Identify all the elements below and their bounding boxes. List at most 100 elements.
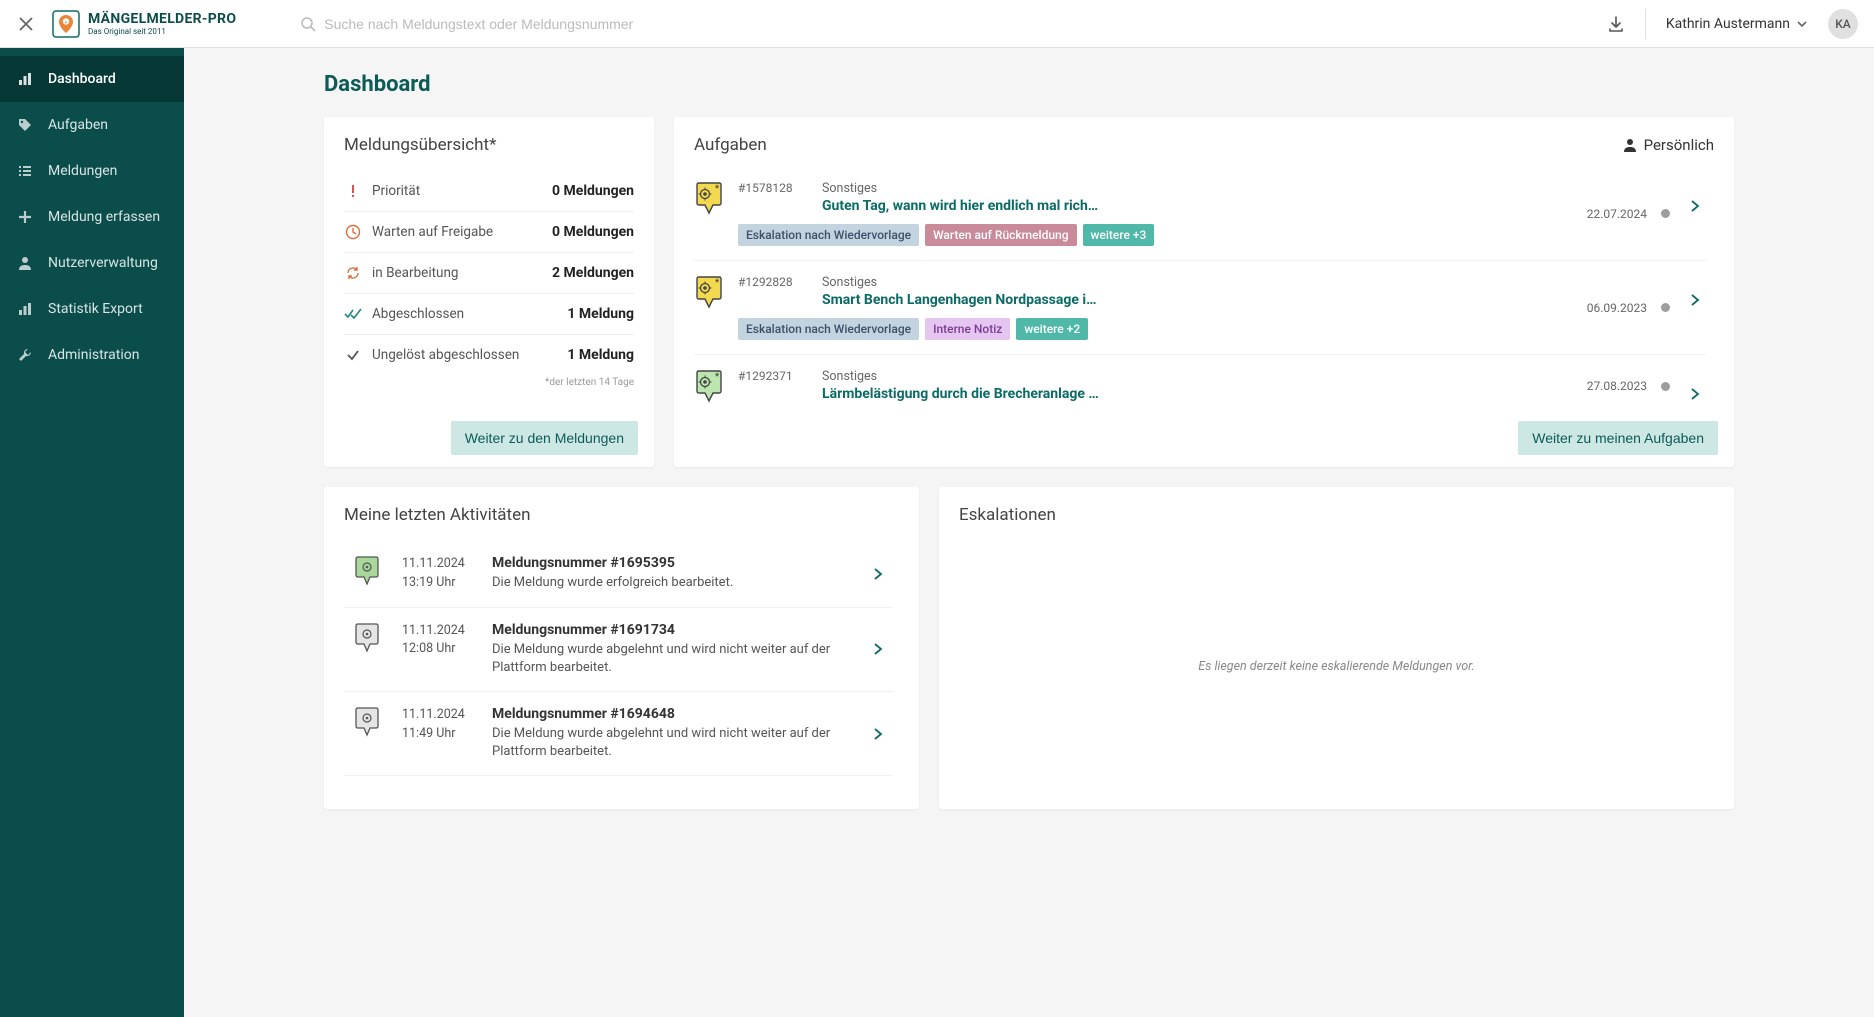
stat-value: 1 Meldung [567,306,634,322]
stat-row[interactable]: Ungelöst abgeschlossen1 Meldung [344,335,634,375]
stat-label: Ungelöst abgeschlossen [372,347,557,363]
chevron-right-icon[interactable] [863,727,893,741]
page-title: Dashboard [324,72,1734,97]
double-check-icon [344,307,362,321]
sidebar-item-label: Administration [48,347,139,363]
task-tag: Eskalation nach Wiedervorlage [738,224,919,246]
user-name: Kathrin Austermann [1666,16,1790,32]
logo[interactable]: + MÄNGELMELDER-PRO Das Original seit 201… [52,10,236,38]
chevron-right-icon[interactable] [1684,293,1706,340]
task-tag: weitere +2 [1016,318,1088,340]
activity-title: Meldungsnummer #1695395 [492,555,843,571]
activity-text: Die Meldung wurde erfolgreich bearbeitet… [492,574,843,592]
activity-date: 11.11.2024 [402,706,472,725]
sidebar-item-meldungen[interactable]: Meldungen [0,148,184,194]
task-date: 06.09.2023 [1587,301,1647,315]
task-category: Sonstiges [822,181,1573,196]
svg-text:+: + [65,20,68,26]
activity-pin-icon [354,790,382,791]
avatar[interactable]: KA [1828,9,1858,39]
sidebar-item-aufgaben[interactable]: Aufgaben [0,102,184,148]
stat-row[interactable]: in Bearbeitung2 Meldungen [344,253,634,294]
task-pin-icon: * [694,275,724,309]
overview-card: Meldungsübersicht* Priorität0 MeldungenW… [324,117,654,467]
activity-time: 13:19 Uhr [402,574,472,593]
chevron-down-icon [1796,18,1808,30]
task-tag: Warten auf Rückmeldung [925,224,1076,246]
close-icon[interactable] [16,14,36,34]
search-wrap [300,16,1000,32]
sidebar-item-administration[interactable]: Administration [0,332,184,378]
stat-value: 0 Meldungen [552,183,634,199]
wrench-icon [16,346,34,364]
stat-row[interactable]: Warten auf Freigabe0 Meldungen [344,212,634,253]
logo-title: MÄNGELMELDER-PRO [88,12,236,26]
task-item[interactable]: *#1578128SonstigesGuten Tag, wann wird h… [694,167,1706,261]
activity-item[interactable]: 11.11.202411:49 UhrMeldungsnummer #16946… [344,692,893,776]
download-icon[interactable] [1607,15,1625,33]
task-id: #1578128 [738,181,808,195]
chevron-right-icon[interactable] [863,567,893,581]
tasks-button[interactable]: Weiter zu meinen Aufgaben [1518,421,1718,455]
search-input[interactable] [324,16,1000,32]
stat-value: 0 Meldungen [552,224,634,240]
sidebar-item-statistik-export[interactable]: Statistik Export [0,286,184,332]
check-icon [344,348,362,362]
search-icon [300,16,316,32]
sidebar-item-label: Dashboard [48,71,116,87]
chevron-right-icon[interactable] [863,642,893,656]
task-category: Sonstiges [822,275,1573,290]
task-category: Sonstiges [822,369,1573,384]
chevron-right-icon[interactable] [1684,199,1706,246]
sidebar-item-label: Nutzerverwaltung [48,255,158,271]
overview-note: *der letzten 14 Tage [344,377,634,388]
activity-item[interactable]: 11.11.202412:08 UhrMeldungsnummer #16917… [344,608,893,692]
task-date: 22.07.2024 [1587,207,1647,221]
task-title: Smart Bench Langenhagen Nordpassage i… [822,292,1573,308]
task-tag: Eskalation nach Wiedervorlage [738,318,919,340]
user-menu[interactable]: Kathrin Austermann [1666,16,1808,32]
activity-title: Meldungsnummer #1694648 [492,706,843,722]
chevron-right-icon[interactable] [1684,387,1706,403]
stat-row[interactable]: Abgeschlossen1 Meldung [344,294,634,335]
sidebar-item-label: Aufgaben [48,117,108,133]
task-status-dot [1661,303,1670,312]
task-status-dot [1661,382,1670,391]
activity-date: 11.11.2024 [402,790,472,791]
bar-chart-icon [16,70,34,88]
clock-icon [344,224,362,240]
task-date: 27.08.2023 [1587,379,1647,393]
activity-item[interactable]: 11.11.202413:19 Uhr Meldungsnummer #16953… [344,541,893,608]
bar-chart-icon [16,300,34,318]
task-pin-icon: * [694,181,724,215]
sidebar: Dashboard Aufgaben Meldungen Meldung erfass… [0,48,184,1017]
sidebar-item-nutzerverwaltung[interactable]: Nutzerverwaltung [0,240,184,286]
activity-title: Meldungsnummer #1691734 [492,622,843,638]
task-item[interactable]: *#1292371SonstigesLärmbelästigung durch … [694,355,1706,407]
activity-pin-icon [354,555,382,587]
task-id: #1292371 [738,369,808,383]
tag-icon [16,116,34,134]
topbar: + MÄNGELMELDER-PRO Das Original seit 201… [0,0,1874,48]
activity-date: 11.11.2024 [402,555,472,574]
sidebar-item-meldung-erfassen[interactable]: Meldung erfassen [0,194,184,240]
logo-subtitle: Das Original seit 2011 [88,28,236,36]
refresh-icon [344,265,362,281]
user-icon [16,254,34,272]
activity-item[interactable]: 11.11.2024 Meldungsnummer #1693426 [344,776,893,791]
tasks-filter[interactable]: Persönlich [1622,136,1714,154]
sidebar-item-label: Statistik Export [48,301,143,317]
overview-button[interactable]: Weiter zu den Meldungen [451,421,638,455]
task-item[interactable]: *#1292828SonstigesSmart Bench Langenhage… [694,261,1706,355]
stat-row[interactable]: Priorität0 Meldungen [344,171,634,212]
activity-text: Die Meldung wurde abgelehnt und wird nic… [492,641,843,677]
sidebar-item-label: Meldungen [48,163,117,179]
escalations-card: Eskalationen Es liegen derzeit keine esk… [939,487,1734,809]
activity-text: Die Meldung wurde abgelehnt und wird nic… [492,725,843,761]
escalations-title: Eskalationen [959,505,1714,525]
priority-icon [344,184,362,198]
person-icon [1622,137,1638,153]
activity-time: 12:08 Uhr [402,640,472,659]
activity-title: Meldungsnummer #1693426 [492,790,843,791]
sidebar-item-dashboard[interactable]: Dashboard [0,56,184,102]
